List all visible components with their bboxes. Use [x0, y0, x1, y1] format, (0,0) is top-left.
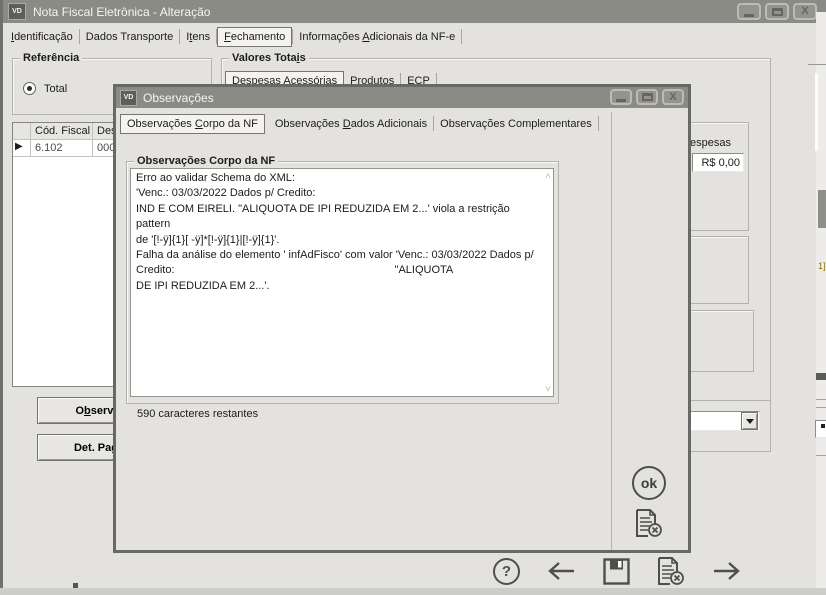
chevron-down-icon[interactable]: ˅ [545, 385, 551, 395]
cancel-note-button[interactable] [657, 556, 685, 586]
dialog-app-icon: VD [120, 90, 137, 106]
mini-button-fragment[interactable] [815, 420, 826, 438]
tab-observacoes-corpo[interactable]: Observações Corpo da NF [120, 114, 265, 134]
help-button[interactable]: ? [493, 558, 520, 585]
ok-button[interactable]: ok [632, 466, 666, 500]
right-edge-panel: 1] [816, 12, 826, 588]
divider [816, 455, 826, 456]
main-maximize-button[interactable] [765, 3, 789, 20]
glyph-fragment [821, 424, 825, 428]
row-marker-icon: ▶ [13, 140, 31, 157]
divider [816, 407, 826, 408]
scrollbar-thumb[interactable] [818, 190, 826, 228]
dialog-minimize-button[interactable] [610, 89, 632, 105]
right-edge-text-fragment: 1] [818, 261, 826, 271]
tab-identificacao[interactable]: Identificação [5, 28, 79, 46]
cancel-document-icon [635, 508, 663, 538]
bottom-toolbar: ? [493, 556, 763, 586]
chevron-down-icon [746, 419, 754, 424]
save-icon [603, 558, 630, 585]
divider [816, 399, 826, 400]
chevron-up-icon[interactable]: ˄ [545, 172, 551, 182]
observacoes-corpo-group-label: Observações Corpo da NF [134, 155, 278, 167]
close-icon: X [669, 92, 676, 103]
cancel-document-icon [657, 556, 685, 586]
main-minimize-button[interactable] [737, 3, 761, 20]
app-icon: VD [8, 3, 26, 20]
dialog-titlebar[interactable]: VD Observações X [116, 87, 688, 108]
tab-fechamento[interactable]: Fechamento [217, 27, 292, 47]
main-titlebar[interactable]: VD Nota Fiscal Eletrônica - Alteração X [3, 0, 826, 23]
tab-observacoes-dados-adicionais[interactable]: Observações Dados Adicionais [269, 115, 433, 133]
dialog-tab-strip: Observações Corpo da NF Observações Dado… [120, 113, 599, 134]
radio-total[interactable]: Total [23, 82, 67, 95]
forward-button[interactable] [712, 559, 741, 583]
cell-cod-fiscal: 6.102 [31, 140, 93, 157]
back-button[interactable] [547, 559, 576, 583]
despesas-value-field[interactable]: R$ 0,00 [692, 153, 744, 172]
observacoes-dialog: VD Observações X Observações Corpo da NF… [113, 84, 691, 553]
discard-button[interactable] [635, 508, 663, 538]
help-icon: ? [502, 563, 511, 580]
dialog-close-button[interactable]: X [662, 89, 684, 105]
dialog-maximize-button[interactable] [636, 89, 658, 105]
radio-button-icon [23, 82, 36, 95]
chars-remaining-label: 590 caracteres restantes [137, 408, 258, 420]
referencia-group-label: Referência [20, 52, 82, 64]
observacoes-corpo-group: Observações Corpo da NF Erro ao validar … [126, 161, 559, 404]
dialog-title: Observações [143, 91, 214, 105]
forward-arrow-icon [712, 559, 741, 583]
ok-label: ok [641, 475, 657, 491]
divider [808, 64, 826, 65]
tab-observacoes-complementares[interactable]: Observações Complementares [434, 115, 598, 133]
col-cod-fiscal[interactable]: Cód. Fiscal [31, 123, 93, 140]
tab-separator [598, 116, 599, 131]
observacoes-textarea[interactable]: Erro ao validar Schema do XML: 'Venc.: 0… [130, 168, 554, 397]
tab-dados-transporte[interactable]: Dados Transporte [80, 28, 179, 46]
main-close-button[interactable]: X [793, 3, 817, 20]
save-button[interactable] [603, 558, 630, 585]
minimize-icon [744, 14, 754, 17]
screen: VD Nota Fiscal Eletrônica - Alteração X … [0, 0, 826, 595]
valores-totais-group-label: Valores Totais [229, 52, 309, 64]
window-edge-mark [73, 583, 78, 588]
main-tab-strip: Identificação Dados Transporte Itens Fec… [5, 26, 462, 47]
minimize-icon [616, 99, 626, 102]
tab-itens[interactable]: Itens [180, 28, 216, 46]
combo-dropdown-button[interactable] [741, 412, 758, 430]
divider [816, 373, 826, 380]
despesas-label-partial: espesas [690, 137, 731, 149]
dialog-divider [611, 112, 612, 550]
main-window-title: Nota Fiscal Eletrônica - Alteração [33, 5, 210, 19]
maximize-icon [642, 93, 653, 101]
row-selector-header [13, 123, 31, 140]
maximize-icon [772, 8, 783, 16]
tab-separator [461, 29, 462, 44]
tab-informacoes-adicionais[interactable]: Informações Adicionais da NF-e [293, 28, 461, 46]
radio-total-label: Total [44, 83, 67, 95]
close-icon: X [801, 6, 808, 17]
divider [815, 73, 818, 151]
back-arrow-icon [547, 559, 576, 583]
